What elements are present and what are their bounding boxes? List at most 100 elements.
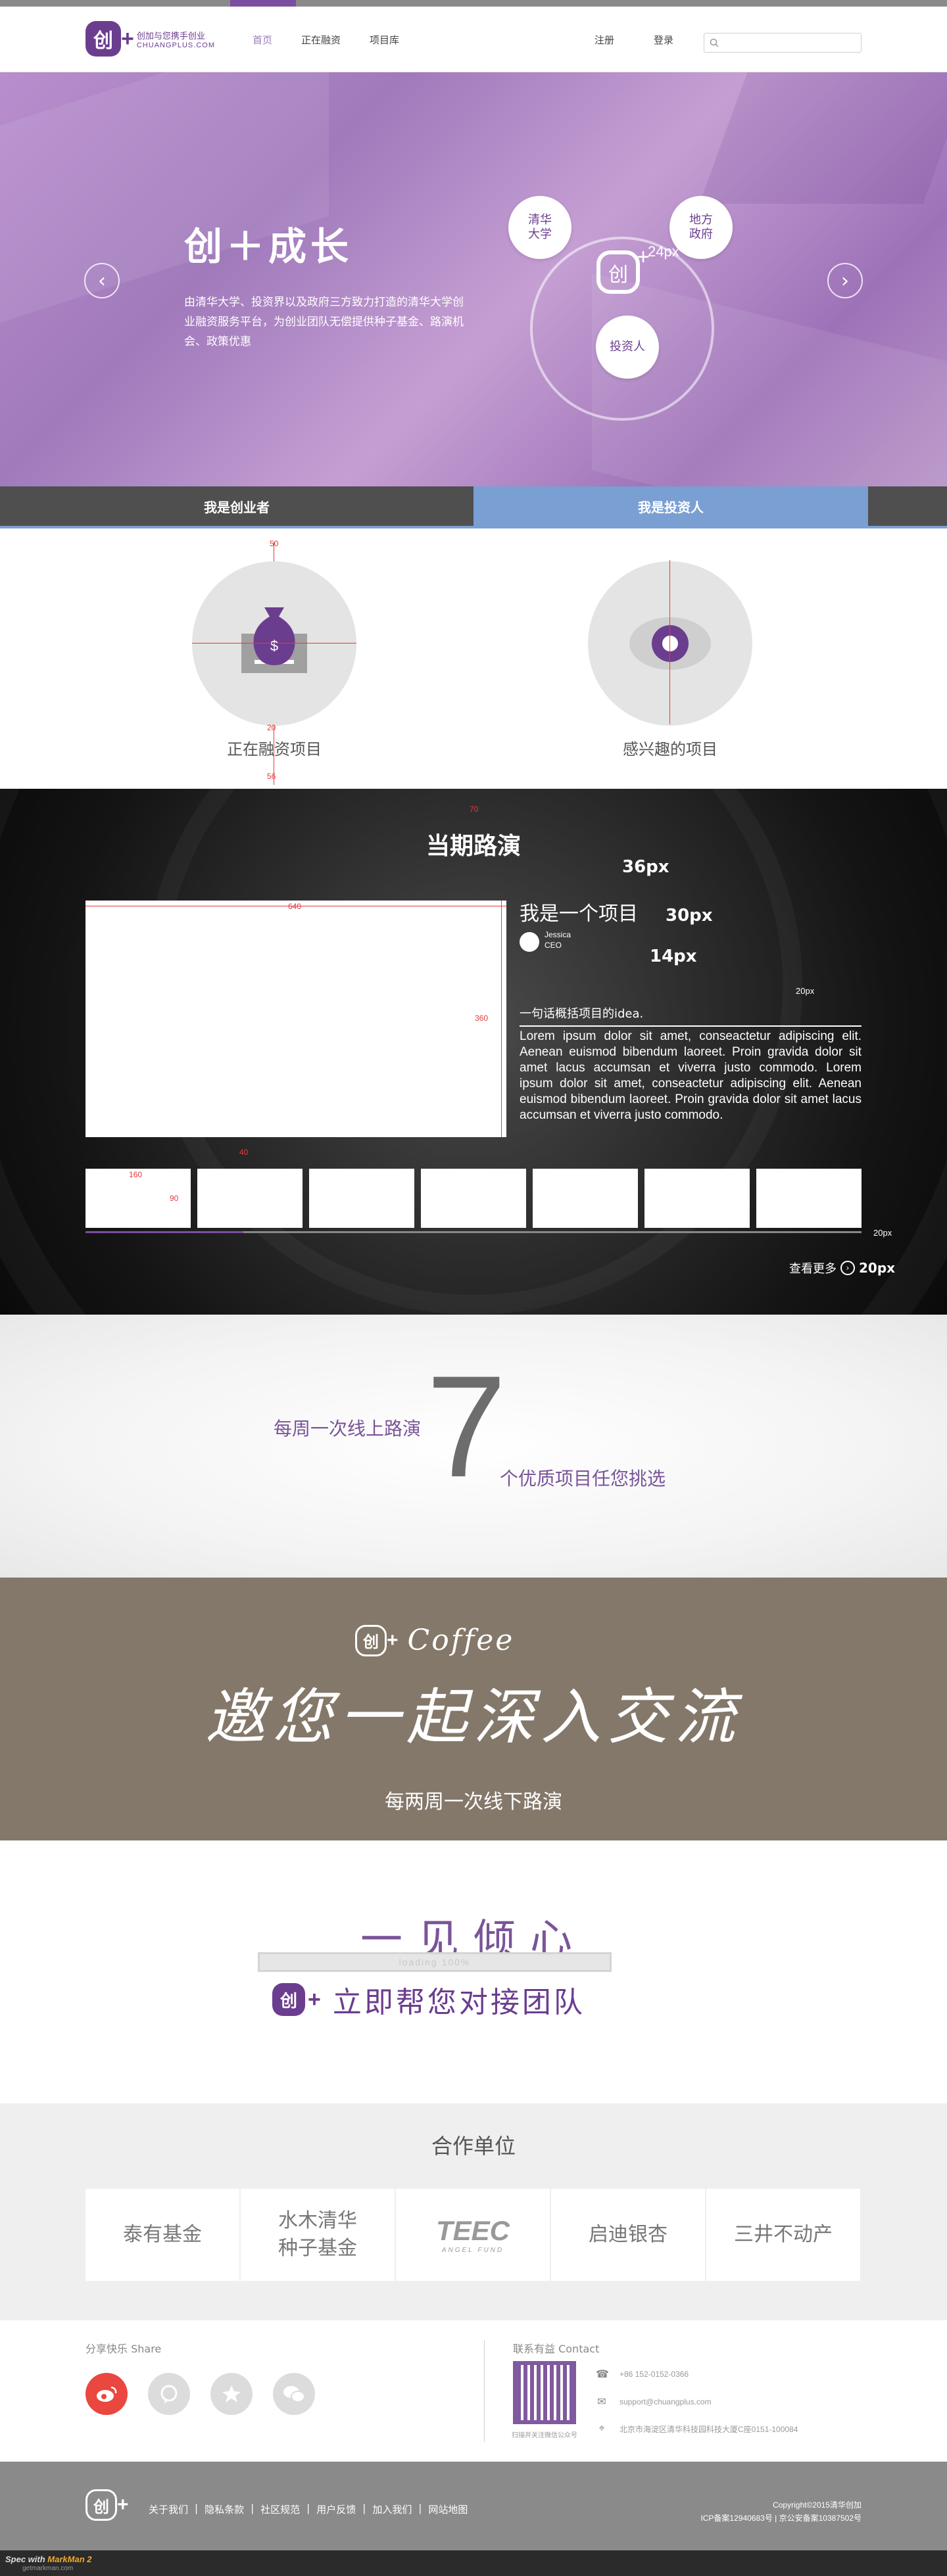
thumbnail[interactable]	[644, 1169, 750, 1228]
icp-text: ICP备案12940683号 | 京公安备案10387502号	[700, 2514, 862, 2523]
footer-link-sitemap[interactable]: 网站地图	[428, 2502, 468, 2516]
tab-entrepreneur[interactable]: 我是创业者	[0, 486, 474, 526]
bubble-tsinghua[interactable]: 清华 大学	[508, 196, 571, 259]
footer-link-community[interactable]: 社区规范	[260, 2502, 300, 2516]
hero-prev-button[interactable]: ‹	[84, 263, 120, 298]
nav-projects[interactable]: 项目库	[370, 33, 399, 47]
roadshow-video[interactable]	[85, 901, 506, 1137]
register-link[interactable]: 注册	[595, 33, 614, 47]
email-text: support@chuangplus.com	[619, 2397, 712, 2406]
cta-logo-mark: 创	[272, 1983, 305, 2016]
weibo-share-button[interactable]	[85, 2373, 128, 2415]
person-role: CEO	[545, 941, 562, 950]
fundraising-icon-circle[interactable]: $	[192, 561, 356, 726]
teec-mark: TEEC	[435, 2215, 510, 2246]
chevron-right-icon: ›	[840, 1261, 855, 1275]
thumbnail[interactable]	[197, 1169, 303, 1228]
search-input[interactable]	[704, 33, 862, 53]
scrollbar-thumb[interactable]	[85, 1231, 243, 1233]
markman-prefix: Spec with	[5, 2554, 48, 2564]
role-section: 50 $ 20 正在融资项目 56 感兴趣的项目	[0, 526, 947, 789]
footer-logo-plus: +	[117, 2494, 129, 2516]
logo-slogan: 创加与您携手创业	[136, 31, 205, 41]
markman-url: getmarkman.com	[22, 2565, 74, 2572]
money-bag-icon: $	[241, 607, 307, 673]
thumbnail[interactable]	[421, 1169, 526, 1228]
footer-link-about[interactable]: 关于我们	[149, 2502, 188, 2516]
interest-icon-circle[interactable]	[588, 561, 752, 726]
site-logo[interactable]: 创 + 创加与您携手创业 CHUANGPLUS.COM	[85, 21, 215, 57]
phone-text: +86 152-0152-0366	[619, 2370, 689, 2379]
contact-label: 联系有益 Contact	[513, 2343, 600, 2355]
thumbnail[interactable]	[309, 1169, 414, 1228]
qr-caption: 扫描并关注微信公众号	[512, 2432, 577, 2439]
teec-sub: ANGEL FUND	[441, 2247, 504, 2254]
coffee-logo-plus: +	[387, 1629, 399, 1651]
logo-domain: CHUANGPLUS.COM	[136, 41, 215, 49]
more-link[interactable]: 查看更多 › 20px	[789, 1259, 895, 1276]
thumbnail[interactable]	[756, 1169, 862, 1228]
partner-logo[interactable]: 三井不动产	[706, 2189, 860, 2281]
auth-links: 注册 登录	[595, 33, 673, 47]
footer-separator: |	[362, 2502, 366, 2514]
footer-link-feedback[interactable]: 用户反馈	[316, 2502, 356, 2516]
connect-team-button[interactable]: 创 + 立即帮您对接团队	[272, 1979, 585, 2021]
hero-facet	[699, 72, 947, 204]
star-icon	[222, 2385, 241, 2402]
partner-logos: 泰有基金 水木清华 种子基金 TEEC ANGEL FUND 启迪银杏 三井不动…	[85, 2189, 860, 2281]
spec-annotation: 90	[170, 1194, 179, 1203]
partners-title: 合作单位	[431, 2134, 516, 2159]
nav-fundraising[interactable]: 正在融资	[301, 33, 341, 47]
contact-lines: ☎ +86 152-0152-0366 ✉ support@chuangplus.c…	[596, 2368, 798, 2435]
share-label: 分享快乐 Share	[85, 2343, 162, 2355]
spec-annotation: 360	[475, 1014, 489, 1023]
hero-banner: ‹ › 创＋成长 由清华大学、投资界以及政府三方致力打造的清华大学创业融资服务平…	[0, 72, 947, 486]
role-label-fundraising[interactable]: 正在融资项目	[176, 736, 373, 759]
footer-link-join[interactable]: 加入我们	[372, 2502, 412, 2516]
footer-separator: |	[306, 2502, 310, 2514]
share-contact-section: 分享快乐 Share 联系有益 Contact 扫描并关注微信公众号 ☎ +86 …	[0, 2320, 947, 2462]
address-text: 北京市海淀区清华科技园科技大厦C座0151-100084	[619, 2424, 798, 2434]
footer-logo[interactable]: 创 +	[85, 2489, 129, 2521]
partner-logo[interactable]: 水木清华 种子基金	[241, 2189, 395, 2281]
tab-investor[interactable]: 我是投资人	[474, 486, 868, 526]
role-label-interest[interactable]: 感兴趣的项目	[571, 736, 769, 759]
spec-guide-line	[669, 560, 670, 724]
chat-share-button[interactable]	[148, 2373, 190, 2415]
thumbnail[interactable]	[533, 1169, 638, 1228]
spec-annotation: 50	[270, 539, 279, 548]
bubble-investor[interactable]: 投资人	[596, 316, 659, 379]
hero-description: 由清华大学、投资界以及政府三方致力打造的清华大学创业融资服务平台，为创业团队无偿…	[184, 296, 464, 348]
share-icons	[85, 2373, 315, 2415]
person-name: Jessica	[545, 930, 571, 939]
partner-logo-teec[interactable]: TEEC ANGEL FUND	[396, 2189, 550, 2281]
coffee-logo-mark: 创	[355, 1624, 387, 1656]
project-title[interactable]: 我是一个项目	[520, 897, 638, 926]
wechat-share-button[interactable]	[273, 2373, 315, 2415]
size-hint: 20px	[873, 1228, 892, 1238]
footer-link-privacy[interactable]: 隐私条款	[205, 2502, 244, 2516]
person-info: Jessica CEO	[545, 929, 571, 950]
hero-logo-icon: 创 +	[596, 245, 650, 294]
favorite-share-button[interactable]	[210, 2373, 253, 2415]
cta-section: 一见倾心 loading 100% 创 + 立即帮您对接团队	[0, 1840, 947, 2103]
partner-logo[interactable]: 启迪银杏	[551, 2189, 705, 2281]
nav-home[interactable]: 首页	[253, 33, 272, 47]
weekly-number: 7	[426, 1346, 507, 1507]
bubble-government[interactable]: 地方 政府	[669, 196, 733, 259]
contact-phone: ☎ +86 152-0152-0366	[596, 2368, 798, 2381]
copyright-text: Copyright©2015清华创加	[773, 2500, 862, 2510]
tab-spacer	[868, 486, 947, 526]
bubble-investor-label: 投资人	[610, 340, 645, 354]
partner-logo[interactable]: 泰有基金	[85, 2189, 239, 2281]
thumbnail-scrollbar[interactable]	[85, 1231, 862, 1233]
spec-annotation: 640	[288, 902, 302, 911]
hero-next-button[interactable]: ›	[827, 263, 863, 298]
location-pin-icon: ⌖	[598, 2423, 605, 2434]
size-hint: 30px	[666, 906, 713, 925]
hero-title: 创＋成长	[184, 224, 353, 269]
eye-icon	[629, 617, 711, 670]
footer-links: 关于我们 | 隐私条款 | 社区规范 | 用户反馈 | 加入我们 | 网站地图	[149, 2502, 468, 2516]
contact-email[interactable]: ✉ support@chuangplus.com	[596, 2395, 798, 2408]
login-link[interactable]: 登录	[654, 33, 673, 47]
